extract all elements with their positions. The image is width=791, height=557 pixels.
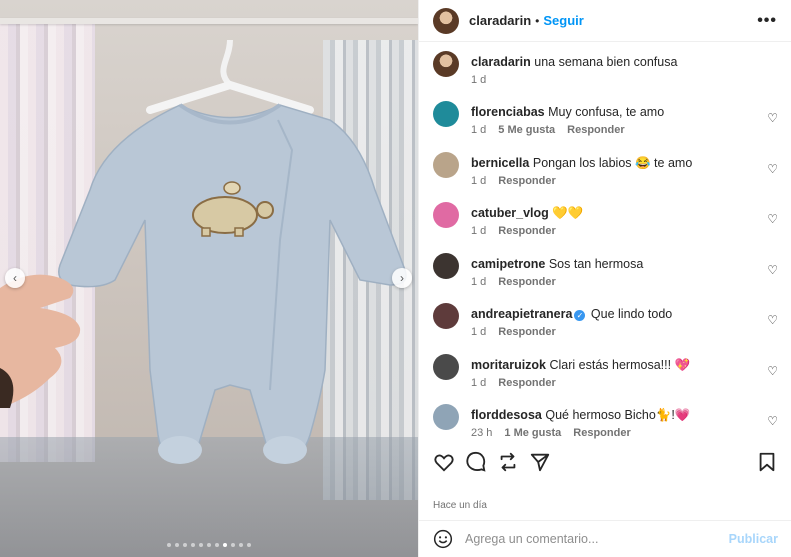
commenter-username[interactable]: catuber_vlog (471, 206, 549, 220)
comment-like-heart-icon[interactable]: ♡ (767, 263, 778, 277)
comments-list[interactable]: claradarin una semana bien confusa 1 d f… (419, 43, 791, 443)
caption-username[interactable]: claradarin (471, 55, 531, 69)
caption-avatar[interactable] (433, 51, 459, 77)
carousel-dot (175, 543, 179, 547)
separator-dot: • (535, 13, 540, 28)
post-media[interactable]: ‹ › (0, 0, 418, 557)
commenter-avatar[interactable] (433, 353, 459, 380)
caption-text: una semana bien confusa (534, 55, 678, 69)
comment-like-heart-icon[interactable]: ♡ (767, 313, 778, 327)
carousel-prev-button[interactable]: ‹ (5, 268, 25, 288)
comment-input[interactable] (465, 532, 729, 546)
commenter-username[interactable]: moritaruizok (471, 358, 546, 372)
caption-time: 1 d (471, 74, 487, 86)
comment-composer: Publicar (419, 520, 791, 557)
baby-onesie-image (58, 40, 407, 464)
reply-button[interactable]: Responder (573, 427, 630, 439)
carousel-dot (183, 543, 187, 547)
reply-button[interactable]: Responder (498, 326, 555, 338)
reply-button[interactable]: Responder (567, 124, 624, 136)
comment-text: Clari estás hermosa!!! 💖 (549, 357, 691, 372)
commenter-avatar[interactable] (433, 404, 459, 430)
comment-text: Qué hermoso Bicho🐈!💗 (545, 408, 691, 422)
commenter-username[interactable]: florddesosa (471, 408, 542, 422)
comment-item: moritaruizok Clari estás hermosa!!! 💖 1 d… (433, 346, 778, 396)
publish-button[interactable]: Publicar (729, 532, 778, 546)
comment-like-heart-icon[interactable]: ♡ (767, 212, 778, 226)
more-options-icon[interactable]: ••• (757, 12, 777, 30)
commenter-avatar[interactable] (433, 303, 459, 329)
save-bookmark-icon[interactable] (756, 451, 778, 473)
comment-item: florenciabas Muy confusa, te amo 1 d 5 Me … (433, 93, 778, 143)
comment-item: florddesosa Qué hermoso Bicho🐈!💗 23 h 1 Me… (433, 396, 778, 443)
comment-text: 💛💛 (552, 206, 584, 220)
commenter-username[interactable]: florenciabas (471, 105, 545, 119)
carousel-dot (231, 543, 235, 547)
repost-icon[interactable] (497, 451, 519, 473)
reply-button[interactable]: Responder (498, 377, 555, 389)
comment-like-heart-icon[interactable]: ♡ (767, 111, 778, 125)
comment-likes[interactable]: 1 Me gusta (504, 427, 561, 439)
post-header: claradarin • Seguir ••• (419, 0, 791, 42)
comment-text: Que lindo todo (590, 307, 673, 321)
commenter-avatar[interactable] (433, 202, 459, 228)
comment-text: Sos tan hermosa (548, 256, 644, 271)
comment-time: 1 d (471, 275, 487, 288)
comment-like-heart-icon[interactable]: ♡ (767, 364, 778, 378)
comment-like-heart-icon[interactable]: ♡ (767, 162, 778, 176)
commenter-username[interactable]: andreapietranera (471, 307, 572, 321)
reply-button[interactable]: Responder (498, 225, 555, 237)
carousel-next-button[interactable]: › (392, 268, 412, 288)
comment-time: 23 h (471, 427, 493, 439)
comment-time: 1 d (471, 225, 487, 237)
commenter-avatar[interactable] (433, 101, 459, 127)
comment-item: catuber_vlog 💛💛 1 d Responder ♡ (433, 194, 778, 244)
comment-item: bernicella Pongan los labios 😂 te amo 1 d… (433, 144, 778, 194)
carousel-dot (223, 543, 227, 547)
comment-time: 1 d (471, 124, 487, 136)
action-bar (419, 450, 791, 474)
carousel-indicator (0, 543, 418, 547)
hand-image (0, 274, 81, 408)
carousel-dot (191, 543, 195, 547)
comment-time: 1 d (471, 174, 487, 187)
carousel-dot (167, 543, 171, 547)
author-username[interactable]: claradarin (469, 13, 531, 28)
carousel-dot (199, 543, 203, 547)
reply-button[interactable]: Responder (498, 276, 555, 288)
comment-icon[interactable] (465, 451, 487, 473)
comment-time: 1 d (471, 326, 487, 338)
comment-likes[interactable]: 5 Me gusta (498, 124, 555, 136)
comment-text: Pongan los labios 😂 te amo (532, 155, 693, 170)
commenter-avatar[interactable] (433, 252, 459, 279)
commenter-username[interactable]: camipetrone (471, 257, 545, 271)
post-sidebar: claradarin • Seguir ••• claradarin una s… (418, 0, 791, 557)
author-avatar[interactable] (433, 7, 459, 34)
carousel-dot (215, 543, 219, 547)
verified-badge-icon: ✓ (574, 310, 586, 321)
clothing-rack (0, 18, 418, 24)
emoji-picker-icon[interactable] (433, 529, 453, 549)
commenter-avatar[interactable] (433, 151, 459, 178)
carousel-dot (247, 543, 251, 547)
follow-button[interactable]: Seguir (543, 13, 583, 28)
carousel-dot (239, 543, 243, 547)
comment-time: 1 d (471, 376, 487, 389)
like-heart-icon[interactable] (433, 451, 455, 473)
reply-button[interactable]: Responder (498, 175, 555, 187)
share-send-icon[interactable] (529, 451, 551, 473)
post-timestamp: Hace un día (433, 500, 487, 511)
comment-text: Muy confusa, te amo (548, 105, 665, 119)
comment-item: andreapietranera ✓ Que lindo todo 1 d Respo… (433, 295, 778, 345)
comment-item: camipetrone Sos tan hermosa 1 d Responder ♡ (433, 245, 778, 295)
carousel-dot (207, 543, 211, 547)
commenter-username[interactable]: bernicella (471, 156, 529, 170)
post-caption: claradarin una semana bien confusa 1 d (433, 43, 778, 93)
comment-like-heart-icon[interactable]: ♡ (767, 414, 778, 428)
